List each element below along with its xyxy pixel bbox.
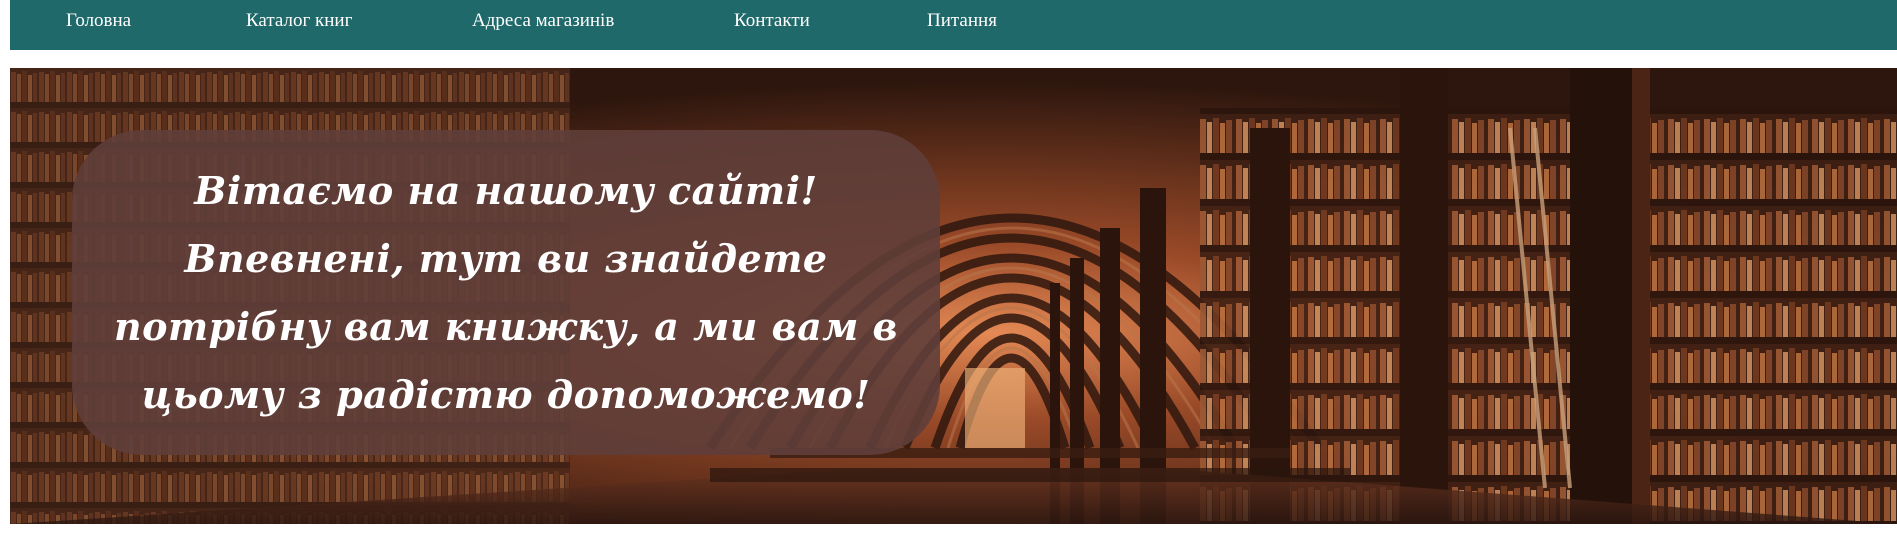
nav-item-home[interactable]: Головна [66, 11, 131, 31]
hero-banner: Вітаємо на нашому сайті! Впевнені, тут в… [10, 68, 1897, 524]
top-navigation-bar: Головна Каталог книг Адреса магазинів Ко… [10, 0, 1897, 50]
nav-item-store-addresses[interactable]: Адреса магазинів [472, 11, 614, 31]
nav-item-contacts[interactable]: Контакти [734, 11, 810, 31]
welcome-message-box: Вітаємо на нашому сайті! Впевнені, тут в… [72, 130, 940, 455]
nav-item-book-catalog[interactable]: Каталог книг [246, 11, 352, 31]
nav-item-questions[interactable]: Питання [927, 11, 997, 31]
welcome-message: Вітаємо на нашому сайті! Впевнені, тут в… [113, 167, 899, 417]
page: Головна Каталог книг Адреса магазинів Ко… [0, 0, 1897, 543]
